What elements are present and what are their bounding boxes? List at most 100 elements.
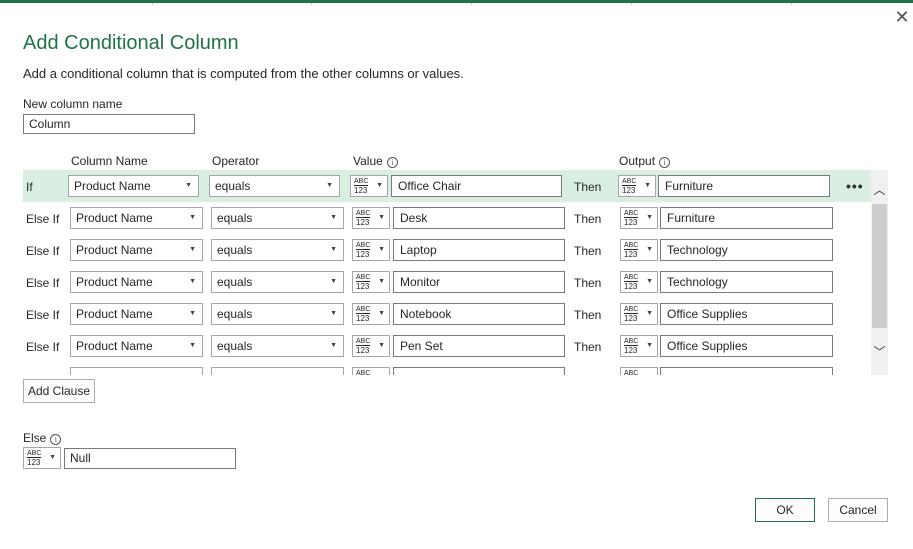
value-info-icon[interactable]: i	[386, 157, 398, 168]
else-type-dropdown[interactable]: ABC 123 ▼	[23, 447, 61, 469]
output-input[interactable]: Furniture	[660, 207, 833, 229]
chevron-down-icon: ▼	[330, 278, 337, 285]
operator-value: equals	[217, 339, 253, 353]
add-clause-button[interactable]: Add Clause	[23, 379, 95, 403]
column-name-dropdown[interactable]: Product Name ▼	[70, 303, 203, 325]
new-column-name-input[interactable]: Column	[23, 114, 195, 134]
value-type-dropdown[interactable]: ABC 123 ▼	[350, 175, 388, 197]
type-123-text: 123	[356, 346, 370, 355]
type-abc-text: ABC	[27, 450, 42, 458]
type-abc-text: ABC	[356, 370, 370, 375]
output-type-dropdown[interactable]: ABC 123 ▼	[620, 239, 658, 261]
chevron-down-icon: ▼	[378, 278, 385, 285]
operator-value: equals	[217, 275, 253, 289]
output-type-dropdown[interactable]: ABC 123 ▼	[620, 207, 658, 229]
operator-dropdown[interactable]: equals ▼	[211, 271, 344, 293]
ok-button[interactable]: OK	[755, 498, 815, 522]
chevron-down-icon: ▼	[330, 368, 337, 375]
clause-kind: Else If	[26, 212, 60, 226]
chevron-down-icon: ▼	[646, 374, 653, 375]
chevron-down-icon: ▼	[330, 246, 337, 253]
chevron-down-icon: ▼	[378, 342, 385, 349]
more-options-icon[interactable]: •••	[846, 178, 864, 194]
type-123-text: 123	[624, 218, 638, 227]
output-info-icon[interactable]: i	[659, 157, 671, 168]
column-name-dropdown[interactable]: Product Name ▼	[70, 207, 203, 229]
chevron-down-icon: ▼	[646, 310, 653, 317]
operator-dropdown[interactable]: equals ▼	[211, 303, 344, 325]
column-name-value: Product Name	[76, 211, 153, 225]
output-type-dropdown[interactable]: ABC 123 ▼	[620, 335, 658, 357]
cancel-button[interactable]: Cancel	[828, 498, 888, 522]
clause-kind: Else If	[26, 340, 60, 354]
clause-row: Else If Product Name ▼ equals ▼ ABC 123 …	[23, 202, 871, 234]
value-type-dropdown[interactable]: ABC 123 ▼	[352, 335, 390, 357]
chevron-down-icon: ▼	[330, 214, 337, 221]
clause-scrollbar[interactable]: ︿ ﹀	[871, 170, 888, 375]
chevron-down-icon: ▼	[185, 182, 192, 189]
type-123-text: 123	[624, 250, 638, 259]
type-123-text: 123	[356, 314, 370, 323]
type-abc-text: ABC	[356, 338, 371, 346]
close-icon[interactable]: ✕	[893, 8, 911, 26]
column-name-dropdown[interactable]: Product Name ▼	[68, 175, 199, 197]
header-output-label: Output	[619, 154, 656, 168]
type-123-text: 123	[354, 186, 368, 195]
clause-row: Else If Product Name ▼ equals ▼ ABC 123 …	[23, 234, 871, 266]
value-input[interactable]	[393, 367, 565, 375]
operator-dropdown[interactable]: equals ▼	[211, 239, 344, 261]
value-input[interactable]: Pen Set	[393, 335, 565, 357]
chevron-down-icon: ▼	[378, 246, 385, 253]
else-info-icon[interactable]: i	[50, 434, 62, 445]
dialog-title: Add Conditional Column	[23, 32, 239, 54]
value-type-dropdown[interactable]: ABC 123 ▼	[352, 207, 390, 229]
column-name-dropdown[interactable]: Product Name ▼	[70, 271, 203, 293]
clause-grid: If Product Name ▼ equals ▼ ABC 123 ▼ Off…	[23, 170, 888, 375]
operator-dropdown[interactable]: equals ▼	[211, 335, 344, 357]
operator-value: equals	[217, 243, 253, 257]
operator-dropdown[interactable]: equals ▼	[209, 175, 340, 197]
value-type-dropdown[interactable]: ABC 123 ▼	[352, 367, 390, 375]
value-input[interactable]: Office Chair	[391, 175, 562, 197]
operator-dropdown[interactable]: equals ▼	[211, 207, 344, 229]
value-input[interactable]: Laptop	[393, 239, 565, 261]
chevron-down-icon: ▼	[378, 374, 385, 375]
type-123-text: 123	[27, 458, 41, 467]
column-name-dropdown[interactable]: ▼	[70, 367, 203, 375]
operator-value: equals	[217, 211, 253, 225]
column-name-dropdown[interactable]: Product Name ▼	[70, 239, 203, 261]
output-input[interactable]	[660, 367, 833, 375]
else-value-input[interactable]: Null	[64, 448, 236, 469]
output-input[interactable]: Technology	[660, 239, 833, 261]
clause-kind: Else If	[26, 244, 60, 258]
column-name-dropdown[interactable]: Product Name ▼	[70, 335, 203, 357]
chevron-down-icon: ▼	[189, 246, 196, 253]
value-type-dropdown[interactable]: ABC 123 ▼	[352, 303, 390, 325]
value-input[interactable]: Desk	[393, 207, 565, 229]
chevron-down-icon: ▼	[330, 342, 337, 349]
clause-row-partial: ▼ ▼ ABC 123 ▼ ABC 123 ▼	[23, 362, 871, 375]
chevron-down-icon: ▼	[378, 214, 385, 221]
operator-dropdown[interactable]: ▼	[211, 367, 344, 375]
column-name-value: Product Name	[76, 307, 153, 321]
scroll-thumb[interactable]	[872, 204, 887, 328]
output-input[interactable]: Office Supplies	[660, 335, 833, 357]
type-123-text: 123	[622, 186, 636, 195]
value-type-dropdown[interactable]: ABC 123 ▼	[352, 239, 390, 261]
output-type-dropdown[interactable]: ABC 123 ▼	[620, 367, 658, 375]
value-type-dropdown[interactable]: ABC 123 ▼	[352, 271, 390, 293]
output-input[interactable]: Furniture	[658, 175, 830, 197]
scroll-down-icon[interactable]: ﹀	[871, 342, 888, 362]
else-label: Else	[23, 431, 47, 445]
value-input[interactable]: Monitor	[393, 271, 565, 293]
then-label: Then	[574, 212, 602, 226]
value-input[interactable]: Notebook	[393, 303, 565, 325]
chevron-down-icon: ▼	[646, 246, 653, 253]
output-input[interactable]: Technology	[660, 271, 833, 293]
output-type-dropdown[interactable]: ABC 123 ▼	[620, 271, 658, 293]
output-type-dropdown[interactable]: ABC 123 ▼	[618, 175, 656, 197]
then-label: Then	[574, 276, 602, 290]
output-type-dropdown[interactable]: ABC 123 ▼	[620, 303, 658, 325]
output-input[interactable]: Office Supplies	[660, 303, 833, 325]
scroll-up-icon[interactable]: ︿	[871, 180, 888, 200]
